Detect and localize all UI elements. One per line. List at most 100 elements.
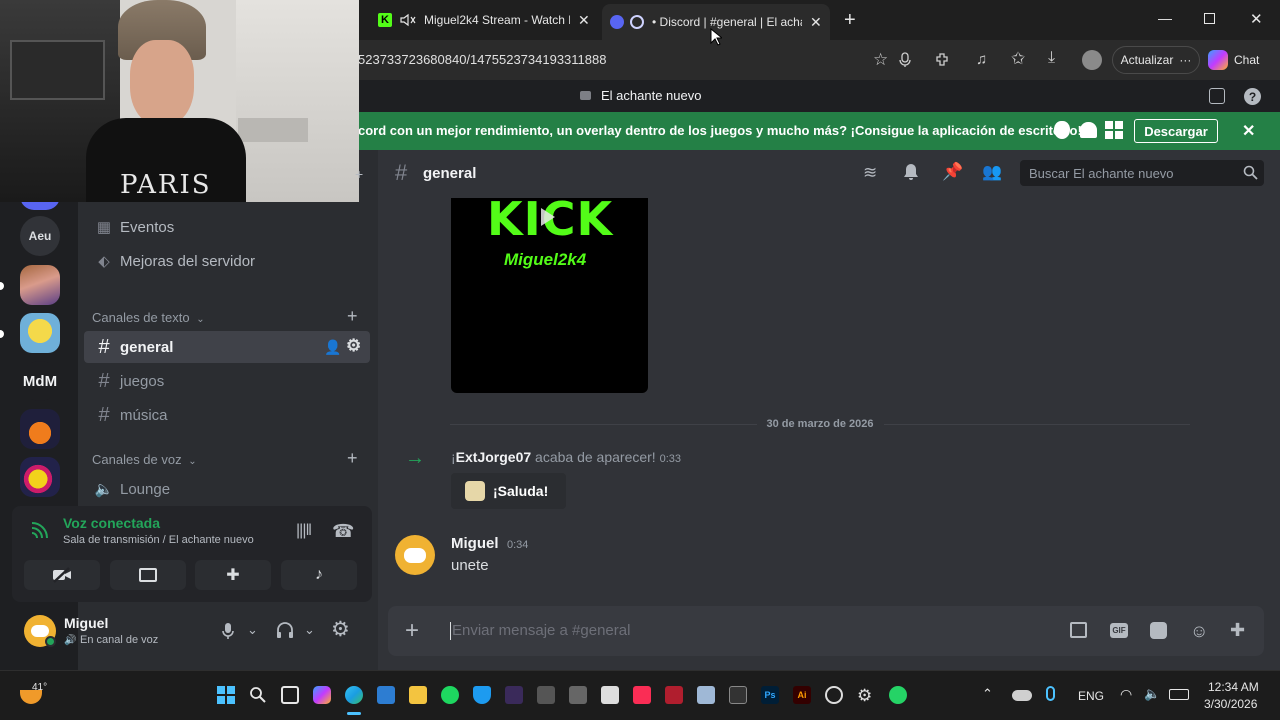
soundboard-button[interactable]: ♪ [281,560,357,590]
message-avatar[interactable] [395,535,435,575]
edge-icon[interactable] [345,686,363,704]
minimize-icon[interactable]: — [1158,10,1172,26]
server-mdm[interactable]: MdM [20,361,60,401]
settings-icon[interactable]: ⚙ [857,686,875,705]
server-aeu[interactable]: Aeu [20,216,60,256]
mic-icon[interactable] [221,622,235,640]
task-view-icon[interactable] [281,686,299,704]
restore-icon[interactable] [1204,13,1215,24]
profile-avatar[interactable] [1082,50,1102,70]
gear-icon[interactable]: ⚙ [346,336,361,356]
message-input[interactable]: Enviar mensaje a #general [452,622,630,639]
join-username[interactable]: ExtJorge07 [456,449,531,465]
menu-events[interactable]: ▦ Eventos [84,211,370,243]
category-text-channels[interactable]: Canales de texto ⌄ [92,310,205,325]
obs-icon[interactable] [825,686,843,704]
app-icon-1[interactable] [505,686,523,704]
message-author[interactable]: Miguel [451,535,499,552]
menu-server-boosts[interactable]: ⬖ Mejoras del servidor [84,245,370,277]
server-spongebob[interactable] [20,313,60,353]
copilot-taskbar-icon[interactable] [313,686,331,704]
kick-video-embed[interactable]: KICK Miguel2k4 [451,198,648,393]
file-explorer-icon[interactable] [409,686,427,704]
channel-musica[interactable]: # música [84,399,370,431]
apps-icon[interactable]: ✚ [1230,620,1245,641]
server-among-us-yellow[interactable] [20,457,60,497]
add-attachment-icon[interactable]: + [405,617,419,645]
channel-lounge[interactable]: 🔈 Lounge [84,473,370,505]
download-button[interactable]: Descargar [1134,119,1218,143]
wave-button[interactable]: ¡Saluda! [451,473,566,509]
add-channel-icon[interactable]: + [347,448,358,469]
photoshop-icon[interactable]: Ps [761,686,779,704]
copilot-chat-button[interactable]: Chat [1208,46,1259,74]
add-channel-icon[interactable]: + [347,306,358,327]
inbox-icon[interactable] [1209,88,1225,104]
search-icon[interactable] [249,686,267,704]
chevron-down-icon[interactable]: ⌄ [247,622,258,638]
music-app-icon[interactable] [633,686,651,704]
update-button[interactable]: Actualizar ··· [1112,46,1200,74]
screen-share-button[interactable] [110,560,186,590]
user-settings-gear-icon[interactable]: ⚙ [331,617,350,642]
pin-icon[interactable]: 📌 [942,162,963,182]
onedrive-icon[interactable] [1012,690,1032,701]
spotify-icon[interactable] [441,686,459,704]
server-among-us-orange[interactable] [20,409,60,449]
close-banner-icon[interactable]: ✕ [1242,121,1255,141]
downloads-icon[interactable]: ⤓ [1048,49,1055,67]
notepad-icon[interactable] [601,686,619,704]
disconnect-icon[interactable]: ☎ [332,521,354,542]
headphones-icon[interactable] [276,621,294,639]
threads-icon[interactable]: ≋ [863,163,877,183]
favorite-star-icon[interactable]: ☆ [873,50,888,70]
category-voice-channels[interactable]: Canales de voz ⌄ [92,452,197,467]
clock-time[interactable]: 12:34 AM [1208,680,1259,694]
tab-kick-stream[interactable]: K Miguel2k4 Stream - Watch L ✕ [372,6,600,34]
app-icon-4[interactable] [665,686,683,704]
battery-icon[interactable] [1169,689,1189,700]
noise-suppression-icon[interactable]: |||‖ [296,522,312,540]
mic-tray-icon[interactable] [1046,686,1055,701]
app-icon-2[interactable] [537,686,555,704]
whatsapp-icon[interactable] [889,686,907,704]
language-indicator[interactable]: ENG [1078,689,1104,703]
emoji-icon[interactable]: ☺ [1190,621,1208,642]
server-photo-1[interactable] [20,265,60,305]
help-icon[interactable]: ? [1244,88,1261,105]
new-tab-icon[interactable]: + [844,9,856,32]
sticker-icon[interactable] [1150,622,1167,639]
close-window-icon[interactable]: ✕ [1250,10,1263,28]
illustrator-icon[interactable]: Ai [793,686,811,704]
gif-icon[interactable]: GIF [1110,623,1128,638]
start-icon[interactable] [217,686,235,704]
chevron-up-icon[interactable]: ⌃ [982,686,993,702]
address-bar[interactable]: 523733723680840/1475523734193311888 [358,52,606,67]
play-icon[interactable] [541,208,555,226]
activities-button[interactable]: ✚ [195,560,271,590]
member-list-icon[interactable]: 👥 [982,162,1002,182]
store-icon[interactable] [377,686,395,704]
app-icon-3[interactable] [569,686,587,704]
clock-date[interactable]: 3/30/2026 [1204,697,1257,711]
invite-icon[interactable]: 👤 [324,339,341,356]
chevron-down-icon[interactable]: ⌄ [304,622,315,638]
close-tab-icon[interactable]: ✕ [578,12,590,29]
channel-juegos[interactable]: # juegos [84,365,370,397]
app-icon-6[interactable] [729,686,747,704]
camera-off-button[interactable] [24,560,100,590]
wifi-icon[interactable]: ◠ [1120,686,1132,703]
channel-general[interactable]: # general 👤 ⚙ [84,331,370,363]
bell-icon[interactable] [903,163,919,181]
gift-icon[interactable] [1070,622,1087,638]
voice-detail[interactable]: Sala de transmisión / El achante nuevo [63,534,254,546]
favorites-icon[interactable]: ✩ [1011,49,1025,69]
app-icon-5[interactable] [697,686,715,704]
collapse-icon[interactable]: + [355,166,363,182]
defender-icon[interactable] [473,686,491,704]
performance-icon[interactable]: ♫ [976,51,987,68]
microphone-icon[interactable] [899,52,911,68]
volume-icon[interactable]: 🔈 [1144,686,1160,702]
extensions-icon[interactable] [934,51,951,68]
close-tab-icon[interactable]: ✕ [810,14,822,31]
